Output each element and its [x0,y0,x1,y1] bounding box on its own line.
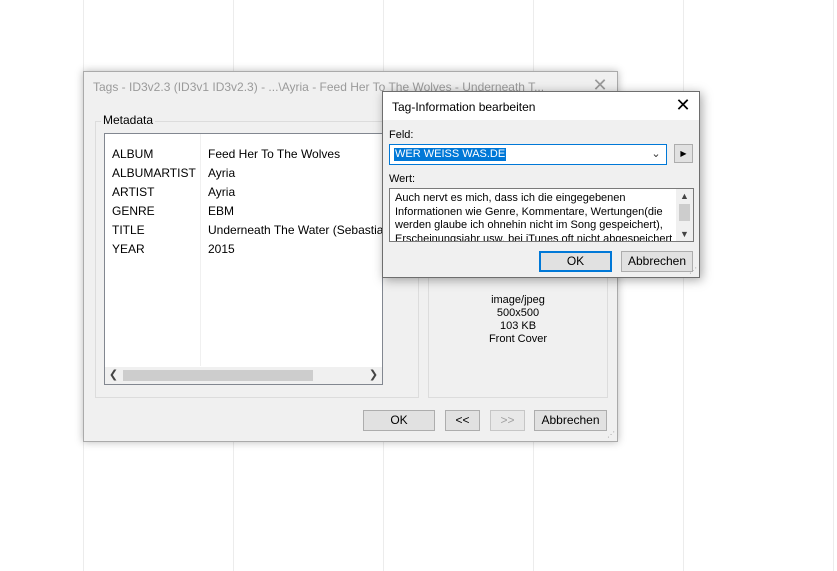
metadata-value: Feed Her To The Wolves [208,147,341,161]
metadata-key: TITLE [112,223,145,237]
cover-mime: image/jpeg [491,294,545,306]
value-textarea[interactable]: Auch nervt es mich, dass ich die eingege… [389,188,694,242]
background-gridline [683,0,684,571]
scroll-up-icon[interactable]: ▲ [676,189,693,203]
metadata-value: 2015 [208,242,235,256]
metadata-key: YEAR [112,242,145,256]
scroll-left-icon[interactable]: ❮ [105,367,122,384]
metadata-key: ALBUMARTIST [112,166,196,180]
dialog-ok-button[interactable]: OK [539,251,612,272]
scrollbar-thumb[interactable] [679,204,690,221]
chevron-down-icon[interactable]: ⌄ [648,146,664,163]
metadata-row-album[interactable]: ALBUM Feed Her To The Wolves [105,145,382,164]
metadata-row-title[interactable]: TITLE Underneath The Water (Sebastian [105,221,383,240]
value-text[interactable]: Auch nervt es mich, dass ich die eingege… [395,192,675,241]
previous-button[interactable]: << [445,410,480,431]
field-value[interactable]: WER WEISS WAS.DE [394,148,507,161]
value-label: Wert: [389,173,416,185]
metadata-value: Ayria [208,166,236,180]
metadata-row-year[interactable]: YEAR 2015 [105,240,382,259]
resize-grip-icon[interactable]: ⋰ [607,431,615,439]
next-button: >> [490,410,525,431]
ok-button[interactable]: OK [363,410,435,431]
cover-size: 103 KB [499,320,537,332]
dialog-title: Tag-Information bearbeiten [392,100,536,114]
metadata-row-artist[interactable]: ARTIST Ayria [105,183,382,202]
field-combobox[interactable]: WER WEISS WAS.DE ⌄ [389,144,667,165]
background-gridline [833,0,834,571]
metadata-row-albumartist[interactable]: ALBUMARTIST Ayria [105,164,382,183]
metadata-value: Ayria [208,185,236,199]
metadata-key: ARTIST [112,185,155,199]
cover-dimensions: 500x500 [496,307,540,319]
cover-art-info: image/jpeg 500x500 103 KB Front Cover [428,294,608,346]
edit-tag-dialog: Tag-Information bearbeiten ✕ Feld: WER W… [382,91,700,278]
close-icon[interactable]: ✕ [675,96,691,114]
scroll-down-icon[interactable]: ▼ [676,227,693,241]
metadata-row-genre[interactable]: GENRE EBM [105,202,382,221]
scroll-right-icon[interactable]: ❯ [365,367,382,384]
resize-grip-icon[interactable]: ⋰ [689,267,697,275]
metadata-key: GENRE [112,204,155,218]
horizontal-scrollbar[interactable]: ❮ ❯ [105,367,382,384]
cancel-button[interactable]: Abbrechen [534,410,607,431]
scrollbar-thumb[interactable] [123,370,313,381]
metadata-key: ALBUM [112,147,154,161]
dialog-cancel-button[interactable]: Abbrechen [621,251,693,272]
play-arrow-icon[interactable]: ▶ [674,144,693,163]
metadata-list[interactable]: ALBUM Feed Her To The Wolves ALBUMARTIST… [104,133,383,385]
cover-type: Front Cover [488,333,548,345]
metadata-label: Metadata [101,113,156,127]
dialog-titlebar: Tag-Information bearbeiten ✕ [383,92,699,120]
metadata-value: EBM [208,204,235,218]
field-label: Feld: [389,129,414,141]
metadata-value: Underneath The Water (Sebastian [208,223,383,237]
vertical-scrollbar[interactable]: ▲ ▼ [676,189,693,241]
